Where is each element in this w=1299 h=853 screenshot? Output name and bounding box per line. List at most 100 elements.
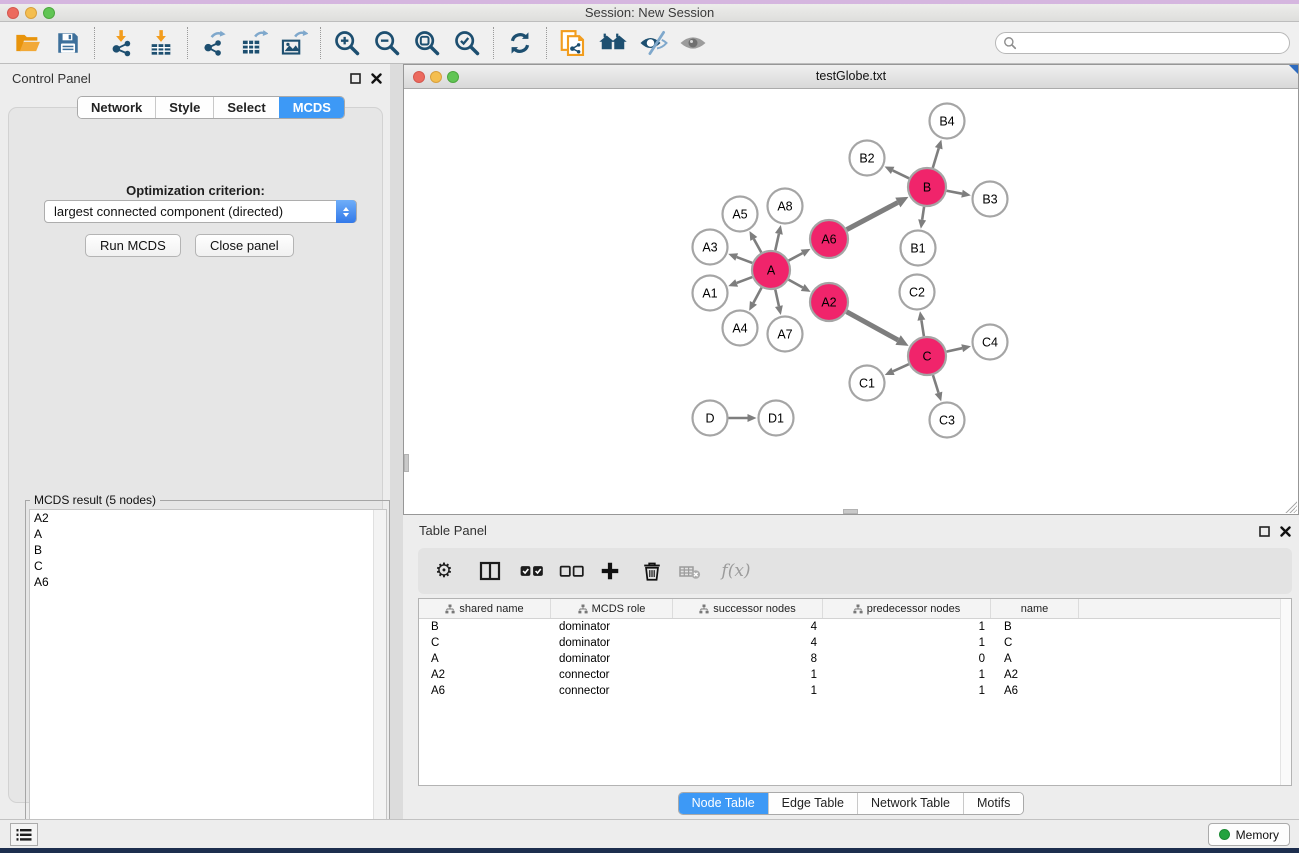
result-list-item[interactable]: C [30, 558, 386, 574]
edge-B-B3[interactable] [947, 191, 962, 194]
table-cell[interactable]: 1 [673, 667, 823, 683]
refresh-layout-button[interactable] [500, 25, 540, 61]
optimization-criterion-select[interactable]: largest connected component (directed) [44, 200, 357, 223]
close-panel-icon[interactable] [371, 73, 382, 84]
export-table-button[interactable] [234, 25, 274, 61]
table-cell[interactable]: 1 [823, 683, 991, 699]
table-cell[interactable]: dominator [551, 651, 673, 667]
table-cell[interactable]: A [419, 651, 551, 667]
close-panel-icon[interactable] [1280, 526, 1291, 537]
edge-C-C1[interactable] [893, 364, 909, 371]
table-cell[interactable]: A [991, 651, 1079, 667]
export-image-button[interactable] [274, 25, 314, 61]
column-header-MCDS-role[interactable]: MCDS role [551, 599, 673, 618]
table-tab-node-table[interactable]: Node Table [679, 793, 768, 814]
zoom-fit-button[interactable] [407, 25, 447, 61]
run-mcds-button[interactable]: Run MCDS [85, 234, 181, 257]
zoom-selected-button[interactable] [447, 25, 487, 61]
table-settings-button[interactable]: ⚙ [427, 553, 461, 589]
table-cell[interactable]: 1 [823, 619, 991, 635]
table-cell[interactable]: 4 [673, 635, 823, 651]
edge-A-A3[interactable] [737, 257, 753, 263]
window-resize-grip[interactable] [1284, 500, 1297, 513]
table-row[interactable]: A2connector11A2 [419, 667, 1291, 683]
cyndex-browse-button[interactable] [593, 25, 633, 61]
clone-network-button[interactable] [553, 25, 593, 61]
table-cell[interactable]: 1 [673, 683, 823, 699]
search-input[interactable] [995, 32, 1290, 54]
save-session-button[interactable] [48, 25, 88, 61]
table-cell[interactable]: 8 [673, 651, 823, 667]
result-list-item[interactable]: A2 [30, 510, 386, 526]
float-panel-icon[interactable] [1259, 526, 1270, 537]
table-cell[interactable]: C [419, 635, 551, 651]
table-row[interactable]: Adominator80A [419, 651, 1291, 667]
table-cell[interactable]: C [991, 635, 1079, 651]
float-panel-icon[interactable] [350, 73, 361, 84]
task-history-button[interactable] [10, 823, 38, 846]
table-row[interactable]: Bdominator41B [419, 619, 1291, 635]
control-tab-network[interactable]: Network [78, 97, 155, 118]
function-builder-button[interactable]: f(x) [713, 553, 759, 589]
table-cell[interactable]: 1 [823, 667, 991, 683]
result-list-scrollbar[interactable] [373, 510, 386, 835]
vertical-scroll-thumb[interactable] [404, 454, 409, 472]
table-scrollbar[interactable] [1280, 599, 1291, 785]
edge-B-B4[interactable] [933, 148, 939, 168]
table-cell[interactable]: A2 [419, 667, 551, 683]
result-list-item[interactable]: A6 [30, 574, 386, 590]
import-network-button[interactable] [101, 25, 141, 61]
table-cell[interactable]: B [419, 619, 551, 635]
column-header-shared-name[interactable]: shared name [419, 599, 551, 618]
table-tab-network-table[interactable]: Network Table [857, 793, 963, 814]
open-file-button[interactable] [8, 25, 48, 61]
zoom-in-button[interactable] [327, 25, 367, 61]
edge-C-C4[interactable] [947, 348, 963, 351]
edge-C-C3[interactable] [933, 375, 939, 393]
table-tab-motifs[interactable]: Motifs [963, 793, 1023, 814]
table-cell[interactable]: 1 [823, 635, 991, 651]
table-cell[interactable]: B [991, 619, 1079, 635]
zoom-out-button[interactable] [367, 25, 407, 61]
edge-A-A2[interactable] [789, 280, 803, 288]
edge-A-A5[interactable] [754, 239, 762, 253]
table-cell[interactable]: 4 [673, 619, 823, 635]
edge-A-A6[interactable] [789, 253, 803, 260]
table-cell[interactable]: connector [551, 667, 673, 683]
table-cell[interactable]: dominator [551, 635, 673, 651]
table-cell[interactable]: connector [551, 683, 673, 699]
control-tab-select[interactable]: Select [213, 97, 278, 118]
column-header-predecessor-nodes[interactable]: predecessor nodes [823, 599, 991, 618]
edge-A2-C[interactable] [847, 312, 899, 340]
table-cell[interactable]: A6 [991, 683, 1079, 699]
close-panel-button[interactable]: Close panel [195, 234, 294, 257]
memory-status-button[interactable]: Memory [1208, 823, 1290, 846]
delete-column-button[interactable] [635, 553, 669, 589]
import-table-button[interactable] [141, 25, 181, 61]
split-pane-gutter[interactable] [390, 64, 403, 819]
table-cell[interactable]: A6 [419, 683, 551, 699]
edge-A6-B[interactable] [847, 202, 898, 229]
edge-B-B1[interactable] [922, 207, 924, 220]
add-column-button[interactable] [593, 553, 627, 589]
deselect-all-rows-button[interactable] [555, 553, 589, 589]
edge-A-A4[interactable] [753, 288, 761, 303]
control-tab-mcds[interactable]: MCDS [279, 97, 344, 118]
table-row[interactable]: Cdominator41C [419, 635, 1291, 651]
table-tab-edge-table[interactable]: Edge Table [768, 793, 857, 814]
control-tab-style[interactable]: Style [155, 97, 213, 118]
network-graph[interactable]: B4B2BB3A8A5A6A3B1AC2A1A2A4A7C4CC1C3DD1 [404, 90, 1298, 514]
table-row[interactable]: A6connector11A6 [419, 683, 1291, 699]
table-cell[interactable]: A2 [991, 667, 1079, 683]
network-canvas[interactable]: B4B2BB3A8A5A6A3B1AC2A1A2A4A7C4CC1C3DD1 [404, 90, 1298, 514]
edge-C-C2[interactable] [921, 320, 924, 336]
table-cell[interactable]: 0 [823, 651, 991, 667]
edge-A-A7[interactable] [775, 290, 779, 307]
edge-B-B2[interactable] [893, 170, 909, 178]
column-visibility-button[interactable] [473, 553, 507, 589]
column-header-successor-nodes[interactable]: successor nodes [673, 599, 823, 618]
mcds-result-list[interactable]: A2ABCA6 [29, 509, 387, 836]
edge-A-A1[interactable] [737, 277, 753, 283]
delete-table-button[interactable] [673, 553, 707, 589]
export-network-button[interactable] [194, 25, 234, 61]
